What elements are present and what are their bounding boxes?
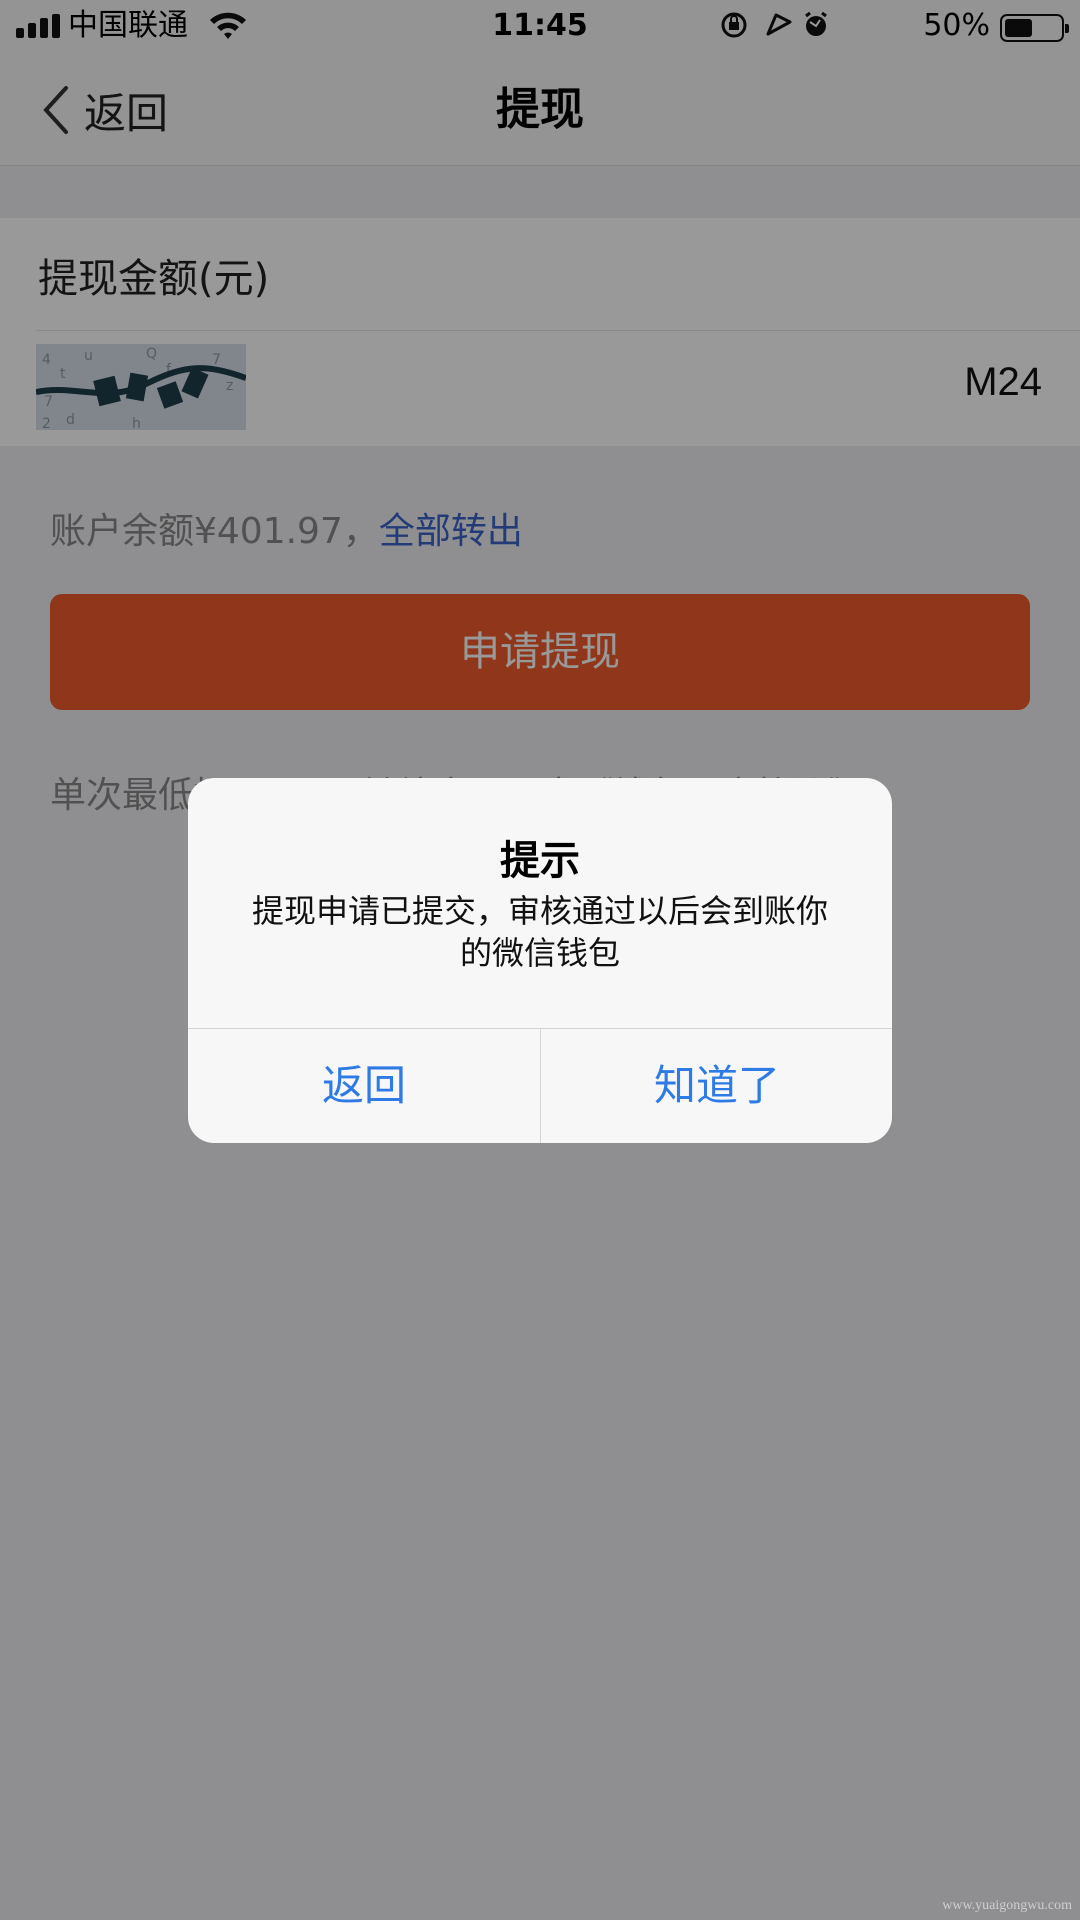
dialog-ok-button[interactable]: 知道了 (541, 1029, 892, 1143)
alert-dialog: 提示 提现申请已提交，审核通过以后会到账你的微信钱包 返回 知道了 (188, 778, 892, 1143)
dialog-back-button[interactable]: 返回 (188, 1029, 540, 1143)
watermark: www.yuaigongwu.com (942, 1898, 1072, 1913)
dialog-message: 提现申请已提交，审核通过以后会到账你的微信钱包 (251, 892, 828, 972)
dialog-title: 提示 (500, 838, 580, 884)
